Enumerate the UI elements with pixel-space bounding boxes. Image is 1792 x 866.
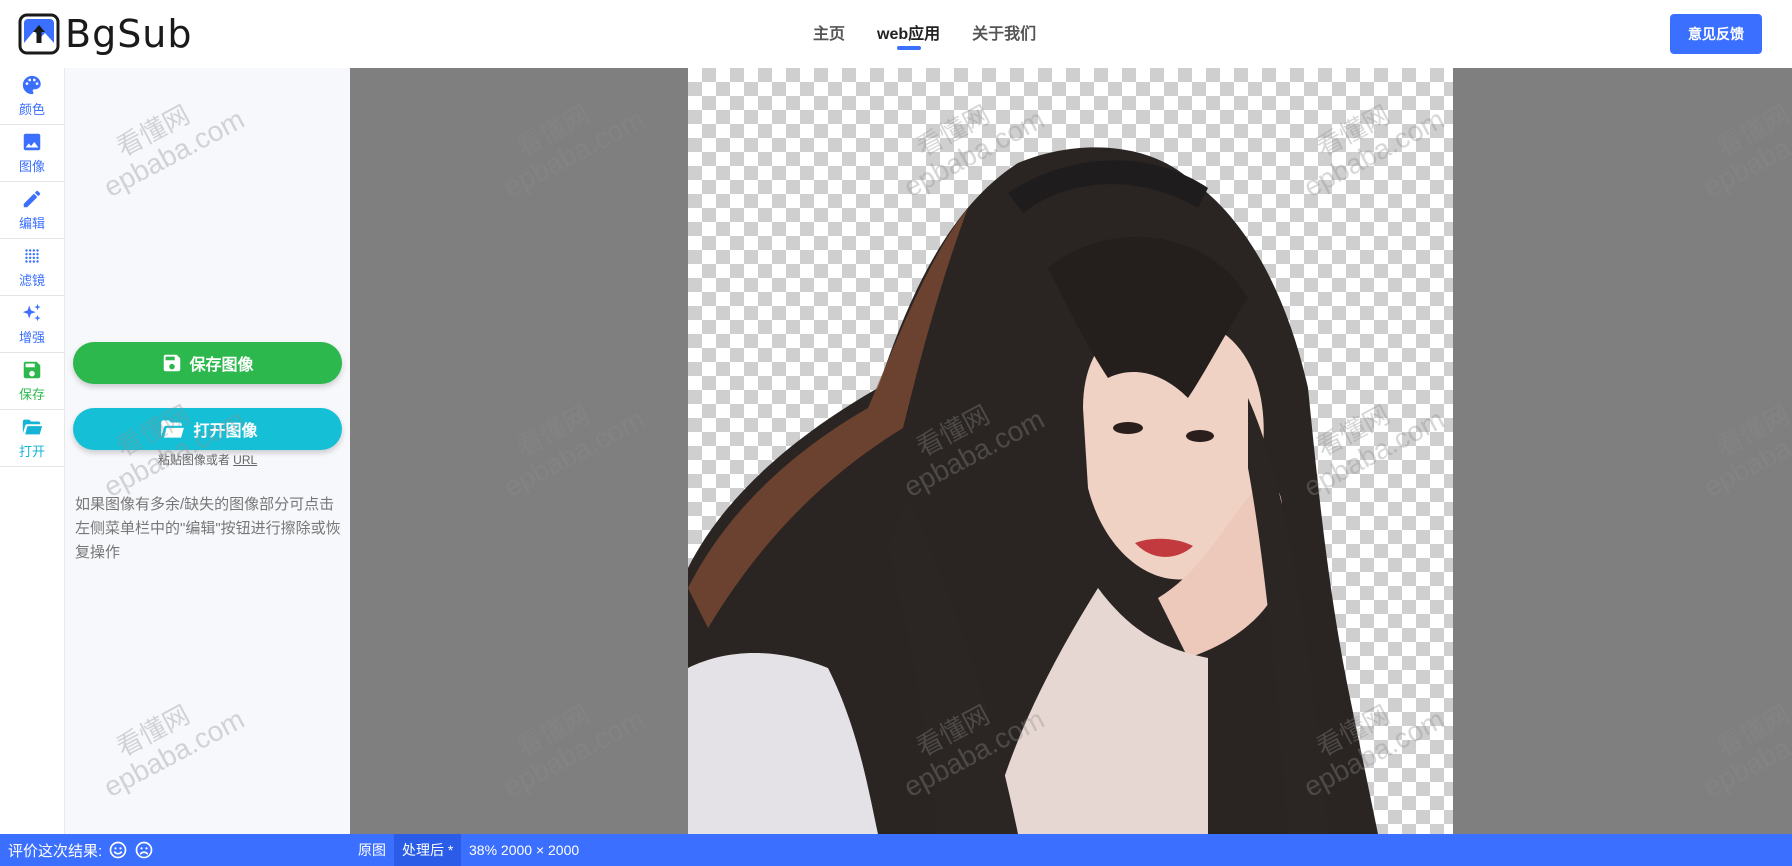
paste-url-link[interactable]: URL — [233, 453, 257, 467]
image-icon — [23, 133, 41, 151]
logo-text: BgSub — [65, 12, 193, 56]
pencil-icon — [23, 190, 41, 208]
rating-label: 评价这次结果: — [8, 842, 103, 860]
folder-open-icon — [161, 420, 185, 438]
app-header: BgSub 主页 web应用 关于我们 意见反馈 — [0, 0, 1792, 68]
main-nav: 主页 web应用 关于我们 — [813, 20, 1036, 50]
image-canvas[interactable] — [350, 68, 1792, 834]
tool-edit-label: 编辑 — [18, 216, 45, 231]
nav-about[interactable]: 关于我们 — [972, 20, 1036, 50]
paste-hint-text: 粘贴图像或者 — [157, 453, 230, 467]
open-image-button[interactable]: 打开图像 — [73, 408, 342, 450]
tool-color-label: 颜色 — [18, 102, 45, 117]
cutout-subject-image — [688, 147, 1378, 834]
dots-grid-icon — [25, 249, 39, 263]
palette-icon — [22, 75, 41, 95]
tool-save-label: 保存 — [18, 387, 45, 402]
open-image-label: 打开图像 — [193, 423, 258, 440]
sparkle-icon — [22, 303, 41, 322]
tool-open-label: 打开 — [18, 444, 45, 459]
status-bar: 评价这次结果: 原图 处理后 * 38% 2000 × 2000 — [0, 834, 1792, 866]
tool-open[interactable]: 打开 — [0, 410, 64, 467]
tab-original[interactable]: 原图 — [350, 834, 394, 866]
side-panel: 保存图像 打开图像 粘贴图像或者 URL 如果图像有多余/缺失的图像部分可点击左… — [65, 68, 350, 834]
tool-filter[interactable]: 滤镜 — [0, 239, 64, 296]
save-image-label: 保存图像 — [189, 357, 254, 374]
tool-enhance-label: 增强 — [18, 330, 45, 345]
tool-edit[interactable]: 编辑 — [0, 182, 64, 239]
folder-open-icon — [22, 419, 43, 435]
tool-image-label: 图像 — [18, 159, 45, 174]
zoom-size-info: 38% 2000 × 2000 — [469, 842, 580, 858]
floppy-icon — [164, 354, 181, 372]
floppy-icon — [23, 361, 41, 379]
tool-filter-label: 滤镜 — [18, 273, 45, 288]
paste-hint: 粘贴图像或者 URL — [65, 451, 350, 468]
tool-save[interactable]: 保存 — [0, 353, 64, 410]
tool-color[interactable]: 颜色 — [0, 68, 64, 125]
frown-icon[interactable] — [134, 840, 154, 860]
feedback-button[interactable]: 意见反馈 — [1670, 14, 1762, 54]
transparency-checkerboard — [688, 68, 1453, 834]
left-toolbar: 颜色 图像 编辑 滤镜 增强 保存 打开 — [0, 68, 65, 834]
edit-tip: 如果图像有多余/缺失的图像部分可点击左侧菜单栏中的"编辑"按钮进行擦除或恢复操作 — [75, 496, 341, 561]
nav-home[interactable]: 主页 — [813, 20, 845, 50]
save-image-button[interactable]: 保存图像 — [73, 342, 342, 384]
tab-processed[interactable]: 处理后 * — [394, 834, 462, 866]
nav-web-app[interactable]: web应用 — [877, 20, 940, 50]
tool-image[interactable]: 图像 — [0, 125, 64, 182]
logo-icon — [18, 13, 60, 55]
rating-group: 评价这次结果: — [8, 834, 154, 866]
tool-enhance[interactable]: 增强 — [0, 296, 64, 353]
smile-icon[interactable] — [108, 840, 128, 860]
logo[interactable]: BgSub — [18, 12, 193, 56]
